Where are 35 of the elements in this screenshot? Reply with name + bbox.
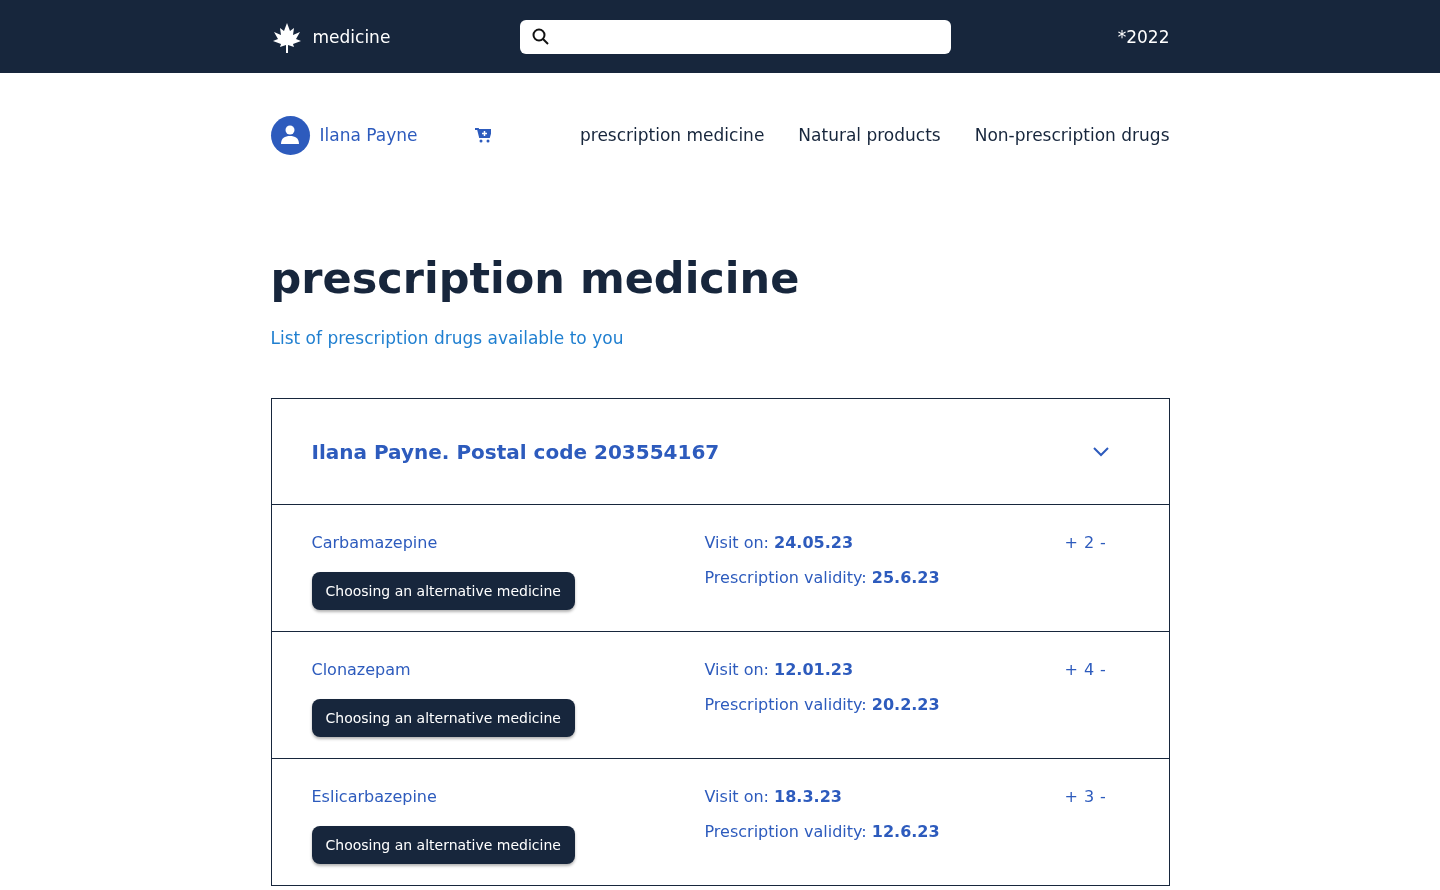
quantity: 2 (1083, 533, 1095, 553)
page-subtitle: List of prescription drugs available to you (270, 328, 625, 349)
increase-button[interactable]: + (1064, 660, 1078, 680)
prescription-validity: Prescription validity: 25.6.23 (704, 568, 941, 588)
cart-icon[interactable] (475, 127, 492, 143)
increase-button[interactable]: + (1064, 533, 1078, 553)
avatar-icon[interactable] (270, 115, 310, 155)
visit-date: Visit on: 24.05.23 (704, 533, 855, 553)
drug-name: Clonazepam (311, 660, 412, 680)
drug-name: Carbamazepine (311, 533, 439, 553)
search-field[interactable] (519, 19, 951, 54)
alternative-button[interactable]: Choosing an alternative medicine (311, 826, 575, 865)
quantity: 4 (1083, 660, 1095, 680)
visit-date: Visit on: 12.01.23 (704, 660, 855, 680)
nav-link[interactable]: Natural products (798, 125, 941, 145)
alternative-button[interactable]: Choosing an alternative medicine (311, 699, 575, 738)
alternative-button[interactable]: Choosing an alternative medicine (311, 572, 575, 611)
quantity: 3 (1083, 787, 1095, 807)
chevron-icon[interactable] (1092, 446, 1109, 457)
decrease-button[interactable]: - (1100, 533, 1106, 553)
prescription-validity: Prescription validity: 12.6.23 (704, 822, 941, 842)
nav-link[interactable]: prescription medicine (579, 125, 765, 145)
brand-name[interactable]: medicine (312, 26, 391, 47)
visit-date: Visit on: 18.3.23 (704, 787, 843, 807)
drug-name: Eslicarbazepine (311, 787, 438, 807)
search-icon (531, 28, 549, 45)
prescription-validity: Prescription validity: 20.2.23 (704, 695, 941, 715)
year-label: *2022 (1117, 26, 1170, 47)
decrease-button[interactable]: - (1100, 787, 1106, 807)
nav-link[interactable]: Non-prescription drugs (974, 125, 1170, 145)
decrease-button[interactable]: - (1100, 660, 1106, 680)
patient-title[interactable]: Ilana Payne. Postal code 203554167 (311, 439, 720, 464)
increase-button[interactable]: + (1064, 787, 1078, 807)
page-title: prescription medicine (270, 255, 801, 303)
user-name[interactable]: Ilana Payne (319, 125, 418, 145)
